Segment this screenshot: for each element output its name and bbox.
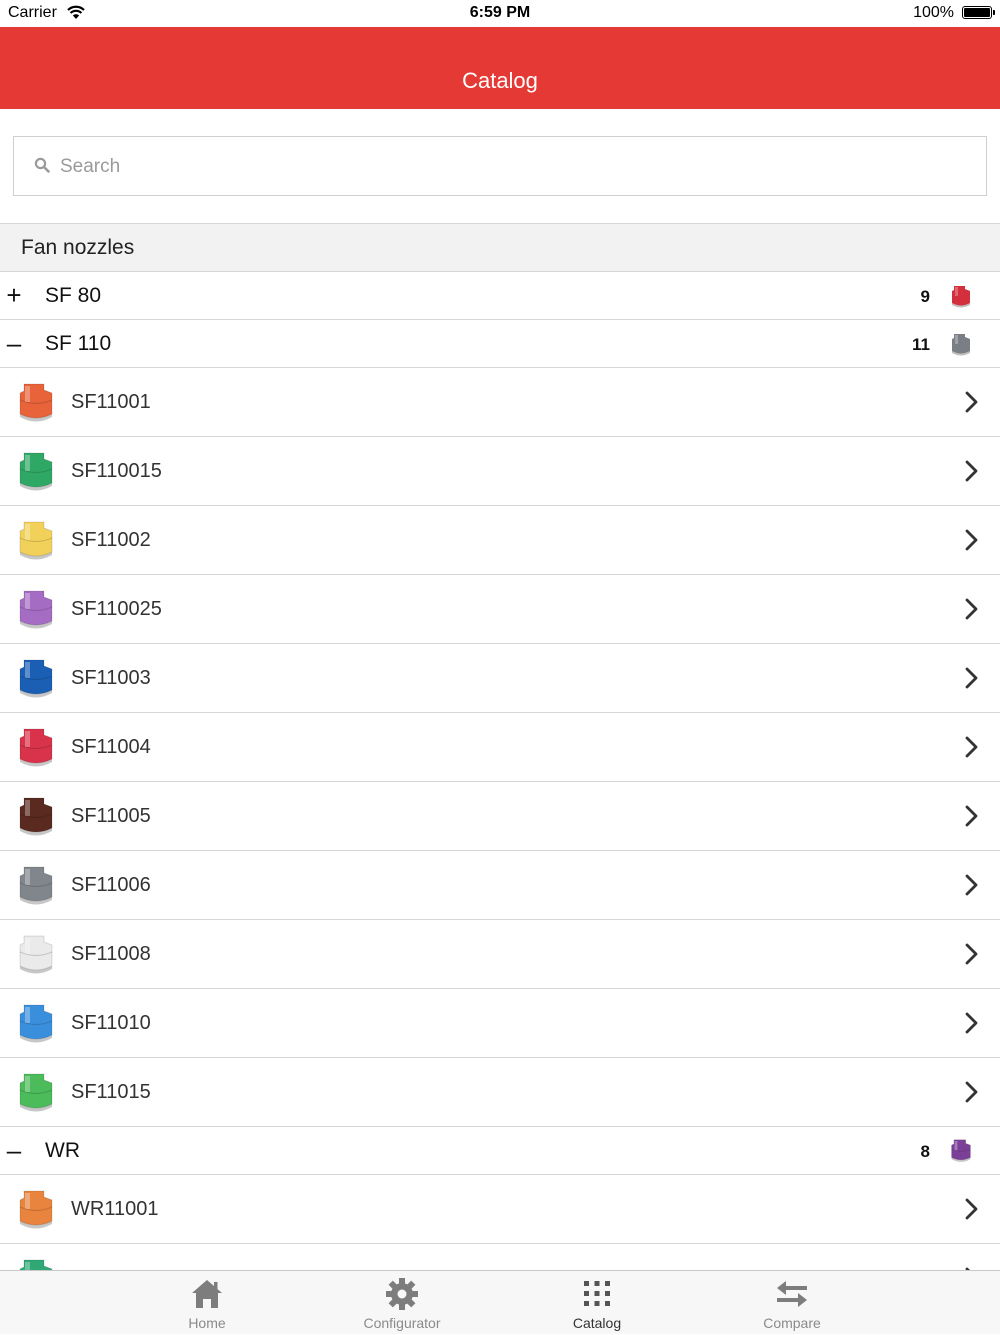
grid-icon [577,1277,617,1311]
status-bar: Carrier 6:59 PM 100% [0,0,1000,27]
collapse-toggle[interactable]: – [4,329,24,357]
nozzle-icon [948,330,974,363]
nozzle-icon [14,1001,58,1052]
collapse-toggle[interactable]: – [4,1136,24,1164]
chevron-right-icon [964,735,980,764]
item-label: SF110025 [71,598,162,620]
search-icon [34,157,50,178]
chevron-right-icon [964,804,980,833]
list-item[interactable]: SF11005 [0,782,1000,851]
chevron-right-icon [964,873,980,902]
group-name: SF 80 [45,284,102,307]
chevron-right-icon [964,597,980,626]
battery-icon [962,6,995,19]
group-name: WR [45,1139,80,1162]
item-label: SF11008 [71,943,151,965]
group-name: SF 110 [45,332,112,355]
home-icon [187,1277,227,1311]
section-header: Fan nozzles [0,224,1000,272]
nozzle-icon [948,282,974,315]
chevron-right-icon [964,942,980,971]
group-count: 8 [920,1142,930,1161]
swap-arrows-icon [772,1277,812,1311]
list-item[interactable]: SF11010 [0,989,1000,1058]
page-title: Catalog [462,68,538,93]
nozzle-icon [14,794,58,845]
tab-label: Catalog [572,1315,622,1331]
chevron-right-icon [964,459,980,488]
list-item[interactable]: WR11001 [0,1175,1000,1244]
tab-label: Home [188,1315,226,1331]
group-count: 9 [920,287,930,306]
chevron-right-icon [964,528,980,557]
battery-percentage: 100% [913,4,954,21]
section-title: Fan nozzles [21,236,135,259]
item-label: SF11003 [71,667,151,689]
list-item[interactable]: SF110025 [0,575,1000,644]
list-item[interactable]: SF11006 [0,851,1000,920]
nozzle-icon [14,656,58,707]
nozzle-icon [14,449,58,500]
tab-label: Configurator [363,1315,441,1331]
item-label: SF11001 [71,391,151,413]
search-input[interactable] [58,149,962,185]
list-item[interactable]: SF11015 [0,1058,1000,1127]
item-label: SF11006 [71,874,151,896]
nozzle-icon [14,725,58,776]
nozzle-icon [14,863,58,914]
nozzle-icon [14,1187,58,1238]
nozzle-icon [14,518,58,569]
group-row-sf80[interactable]: + SF 80 9 [0,272,1000,320]
search-area [0,109,1000,224]
tab-label: Compare [763,1315,821,1331]
chevron-right-icon [964,666,980,695]
chevron-right-icon [964,1197,980,1226]
item-label: SF11004 [71,736,151,758]
search-box[interactable] [13,136,987,196]
status-time: 6:59 PM [469,4,531,21]
item-label: SF11005 [71,805,151,827]
group-count: 11 [912,335,930,354]
tab-compare[interactable]: Compare [722,1271,862,1335]
navigation-bar: Catalog [0,27,1000,109]
list-item[interactable]: SF110015 [0,437,1000,506]
expand-toggle[interactable]: + [4,281,24,309]
nozzle-icon [14,587,58,638]
group-row-wr[interactable]: – WR 8 [0,1127,1000,1175]
chevron-right-icon [964,1011,980,1040]
list-item[interactable]: SF11002 [0,506,1000,575]
nozzle-icon [948,1137,974,1170]
list-item[interactable]: SF11008 [0,920,1000,989]
item-label: SF11015 [71,1081,151,1103]
item-label: SF11010 [71,1012,151,1034]
tab-catalog[interactable]: Catalog [527,1271,667,1335]
list-item[interactable]: SF11003 [0,644,1000,713]
list-item[interactable]: SF11001 [0,368,1000,437]
nozzle-icon [14,1070,58,1121]
nozzle-icon [14,932,58,983]
item-label: SF110015 [71,460,162,482]
tab-configurator[interactable]: Configurator [332,1271,472,1335]
chevron-right-icon [964,1080,980,1109]
nozzle-icon [14,380,58,431]
list-item[interactable]: SF11004 [0,713,1000,782]
chevron-right-icon [964,390,980,419]
item-label: SF11002 [71,529,151,551]
item-label: WR11001 [71,1198,159,1220]
tab-bar: Home Configurator Catalog Compare [0,1270,1000,1334]
gear-icon [382,1277,422,1311]
group-row-sf110[interactable]: – SF 110 11 [0,320,1000,368]
tab-home[interactable]: Home [137,1271,277,1335]
